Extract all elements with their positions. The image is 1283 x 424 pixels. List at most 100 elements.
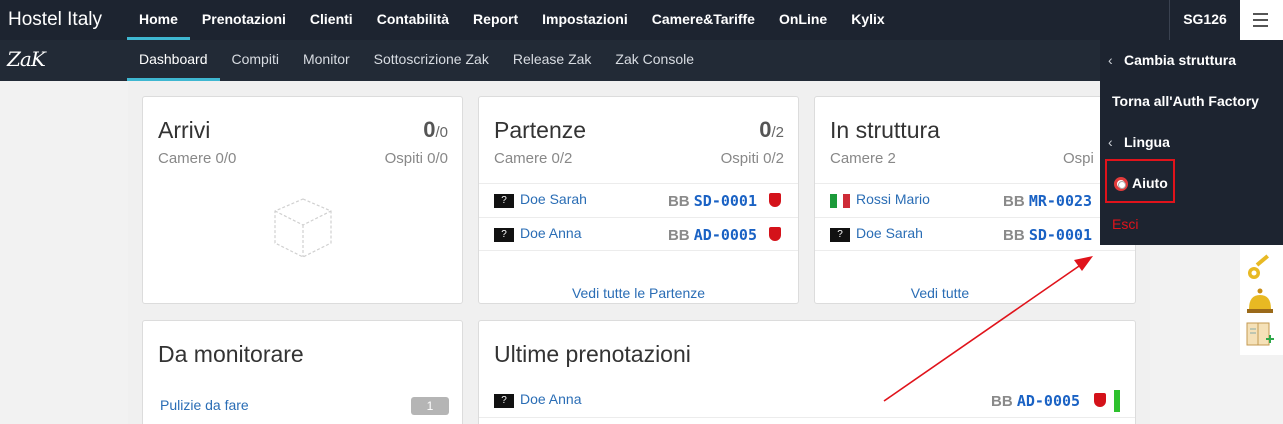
app-title[interactable]: Hostel Italy	[8, 9, 102, 31]
booking-code[interactable]: BB AD-0005	[991, 392, 1080, 410]
rooms-count: Camere 0/0	[158, 150, 237, 167]
nav-report[interactable]: Report	[461, 0, 530, 40]
booking-code[interactable]: BB MR-0023	[1003, 192, 1092, 210]
in-struttura-card: In struttura Camere 2 Ospi Rossi Mario B…	[814, 96, 1136, 304]
nav-clienti[interactable]: Clienti	[298, 0, 365, 40]
nav-camere-tariffe[interactable]: Camere&Tariffe	[640, 0, 767, 40]
view-all-departures-link[interactable]: Vedi tutte le Partenze	[479, 285, 798, 301]
shield-icon	[1094, 393, 1106, 407]
card-title: Da monitorare	[158, 341, 304, 367]
menu-item-auth-factory[interactable]: Torna all'Auth Factory	[1100, 86, 1283, 116]
unknown-flag-icon: ?	[494, 194, 514, 208]
menu-item-lingua[interactable]: ‹ Lingua	[1100, 127, 1283, 157]
guest-name-link[interactable]: Rossi Mario	[856, 191, 930, 207]
booking-ref: SD-0001	[1028, 226, 1093, 244]
booking-ref: MR-0023	[1028, 192, 1093, 210]
guest-name-link[interactable]: Doe Sarah	[856, 225, 923, 241]
card-count: 0/0	[423, 117, 448, 143]
bell-icon[interactable]	[1244, 285, 1276, 315]
menu-item-cambia-struttura[interactable]: ‹ Cambia struttura	[1100, 45, 1283, 75]
card-title: Arrivi	[158, 117, 211, 143]
list-item: ? Doe Anna BB AD-0005	[479, 384, 1135, 418]
card-count: 0/2	[759, 117, 784, 143]
nav-prenotazioni[interactable]: Prenotazioni	[190, 0, 298, 40]
hamburger-menu-button[interactable]	[1240, 0, 1283, 40]
user-dropdown-menu: ‹ Cambia struttura Torna all'Auth Factor…	[1100, 40, 1283, 245]
booking-type: BB	[1003, 227, 1025, 244]
booking-type: BB	[667, 193, 690, 210]
empty-box-icon	[274, 198, 332, 258]
latest-bookings-card: Ultime prenotazioni ? Doe Anna BB AD-000…	[478, 320, 1136, 424]
menu-item-label: Torna all'Auth Factory	[1112, 93, 1259, 109]
unknown-flag-icon: ?	[494, 394, 514, 408]
view-all-in-house-link[interactable]: Vedi tutte	[780, 285, 1100, 301]
tab-dashboard[interactable]: Dashboard	[127, 40, 220, 81]
booking-type: BB	[1003, 193, 1025, 210]
count-total: /0	[435, 124, 448, 141]
count-value: 0	[759, 117, 772, 142]
guests-count: Ospiti 0/0	[384, 150, 448, 167]
partenze-card: Partenze 0/2 Camere 0/2 Ospiti 0/2 ? Doe…	[478, 96, 799, 304]
list-item: ? Doe Anna BB AD-0005	[479, 217, 798, 251]
count-total: /2	[771, 124, 784, 141]
status-bar	[1114, 390, 1120, 412]
rooms-count: Camere 0/2	[494, 150, 573, 167]
menu-item-label: Esci	[1112, 216, 1139, 232]
tab-sottoscrizione[interactable]: Sottoscrizione Zak	[362, 40, 501, 81]
menu-icon-line	[1253, 19, 1268, 21]
key-icon[interactable]	[1244, 253, 1276, 283]
guests-count: Ospi	[1063, 150, 1094, 167]
menu-item-label: Lingua	[1124, 134, 1170, 150]
booking-type: BB	[991, 393, 1013, 410]
count-badge: 1	[411, 397, 449, 415]
booking-ref: SD-0001	[693, 192, 757, 210]
monitor-card: Da monitorare Pulizie da fare 1	[142, 320, 463, 424]
nav-online[interactable]: OnLine	[767, 0, 839, 40]
booking-ref: AD-0005	[693, 226, 757, 244]
tab-release[interactable]: Release Zak	[501, 40, 604, 81]
booking-code[interactable]: BB SD-0001	[1003, 226, 1092, 244]
card-title: Ultime prenotazioni	[494, 341, 691, 367]
shield-icon	[769, 227, 781, 241]
menu-item-label: Cambia struttura	[1124, 52, 1237, 68]
italy-flag-icon	[830, 194, 851, 208]
booking-code[interactable]: BB SD-0001	[668, 192, 757, 210]
list-item: ? Doe Sarah BB SD-0001	[815, 217, 1135, 251]
nav-home[interactable]: Home	[127, 0, 190, 40]
tab-compiti[interactable]: Compiti	[220, 40, 291, 81]
rooms-count: Camere 2	[830, 150, 896, 167]
highlight-box	[1105, 159, 1175, 203]
tab-console[interactable]: Zak Console	[603, 40, 706, 81]
guest-name-link[interactable]: Doe Anna	[520, 391, 582, 407]
chevron-left-icon: ‹	[1108, 134, 1113, 150]
nav-kylix[interactable]: Kylix	[839, 0, 896, 40]
booking-code[interactable]: BB AD-0005	[668, 226, 757, 244]
menu-item-esci[interactable]: Esci	[1100, 209, 1283, 239]
guest-name-link[interactable]: Doe Sarah	[520, 191, 587, 207]
quick-actions-sidebar	[1240, 245, 1283, 355]
guest-name-link[interactable]: Doe Anna	[520, 225, 582, 241]
book-add-icon[interactable]	[1244, 319, 1276, 349]
menu-icon	[1253, 13, 1268, 15]
list-item: Rossi Mario BB MR-0023	[815, 183, 1135, 217]
top-nav: Home Prenotazioni Clienti Contabilità Re…	[127, 0, 897, 40]
tab-monitor[interactable]: Monitor	[291, 40, 362, 81]
menu-icon-line	[1253, 25, 1268, 27]
chevron-left-icon: ‹	[1108, 52, 1113, 68]
user-account[interactable]: SG126	[1169, 0, 1240, 40]
booking-type: BB	[667, 227, 690, 244]
unknown-flag-icon: ?	[830, 228, 850, 242]
booking-ref: AD-0005	[1016, 392, 1081, 410]
count-value: 0	[423, 117, 436, 142]
arrivi-card: Arrivi 0/0 Camere 0/0 Ospiti 0/0	[142, 96, 463, 304]
list-item: ? Doe Sarah BB SD-0001	[479, 183, 798, 217]
pulizie-link[interactable]: Pulizie da fare	[160, 397, 249, 413]
guests-count: Ospiti 0/2	[720, 150, 784, 167]
shield-icon	[769, 193, 781, 207]
nav-contabilita[interactable]: Contabilità	[365, 0, 461, 40]
card-title: Partenze	[494, 117, 587, 143]
nav-impostazioni[interactable]: Impostazioni	[530, 0, 640, 40]
zak-logo: ZaK	[7, 47, 46, 71]
card-title: In struttura	[830, 117, 940, 143]
sub-nav: Dashboard Compiti Monitor Sottoscrizione…	[127, 40, 706, 81]
